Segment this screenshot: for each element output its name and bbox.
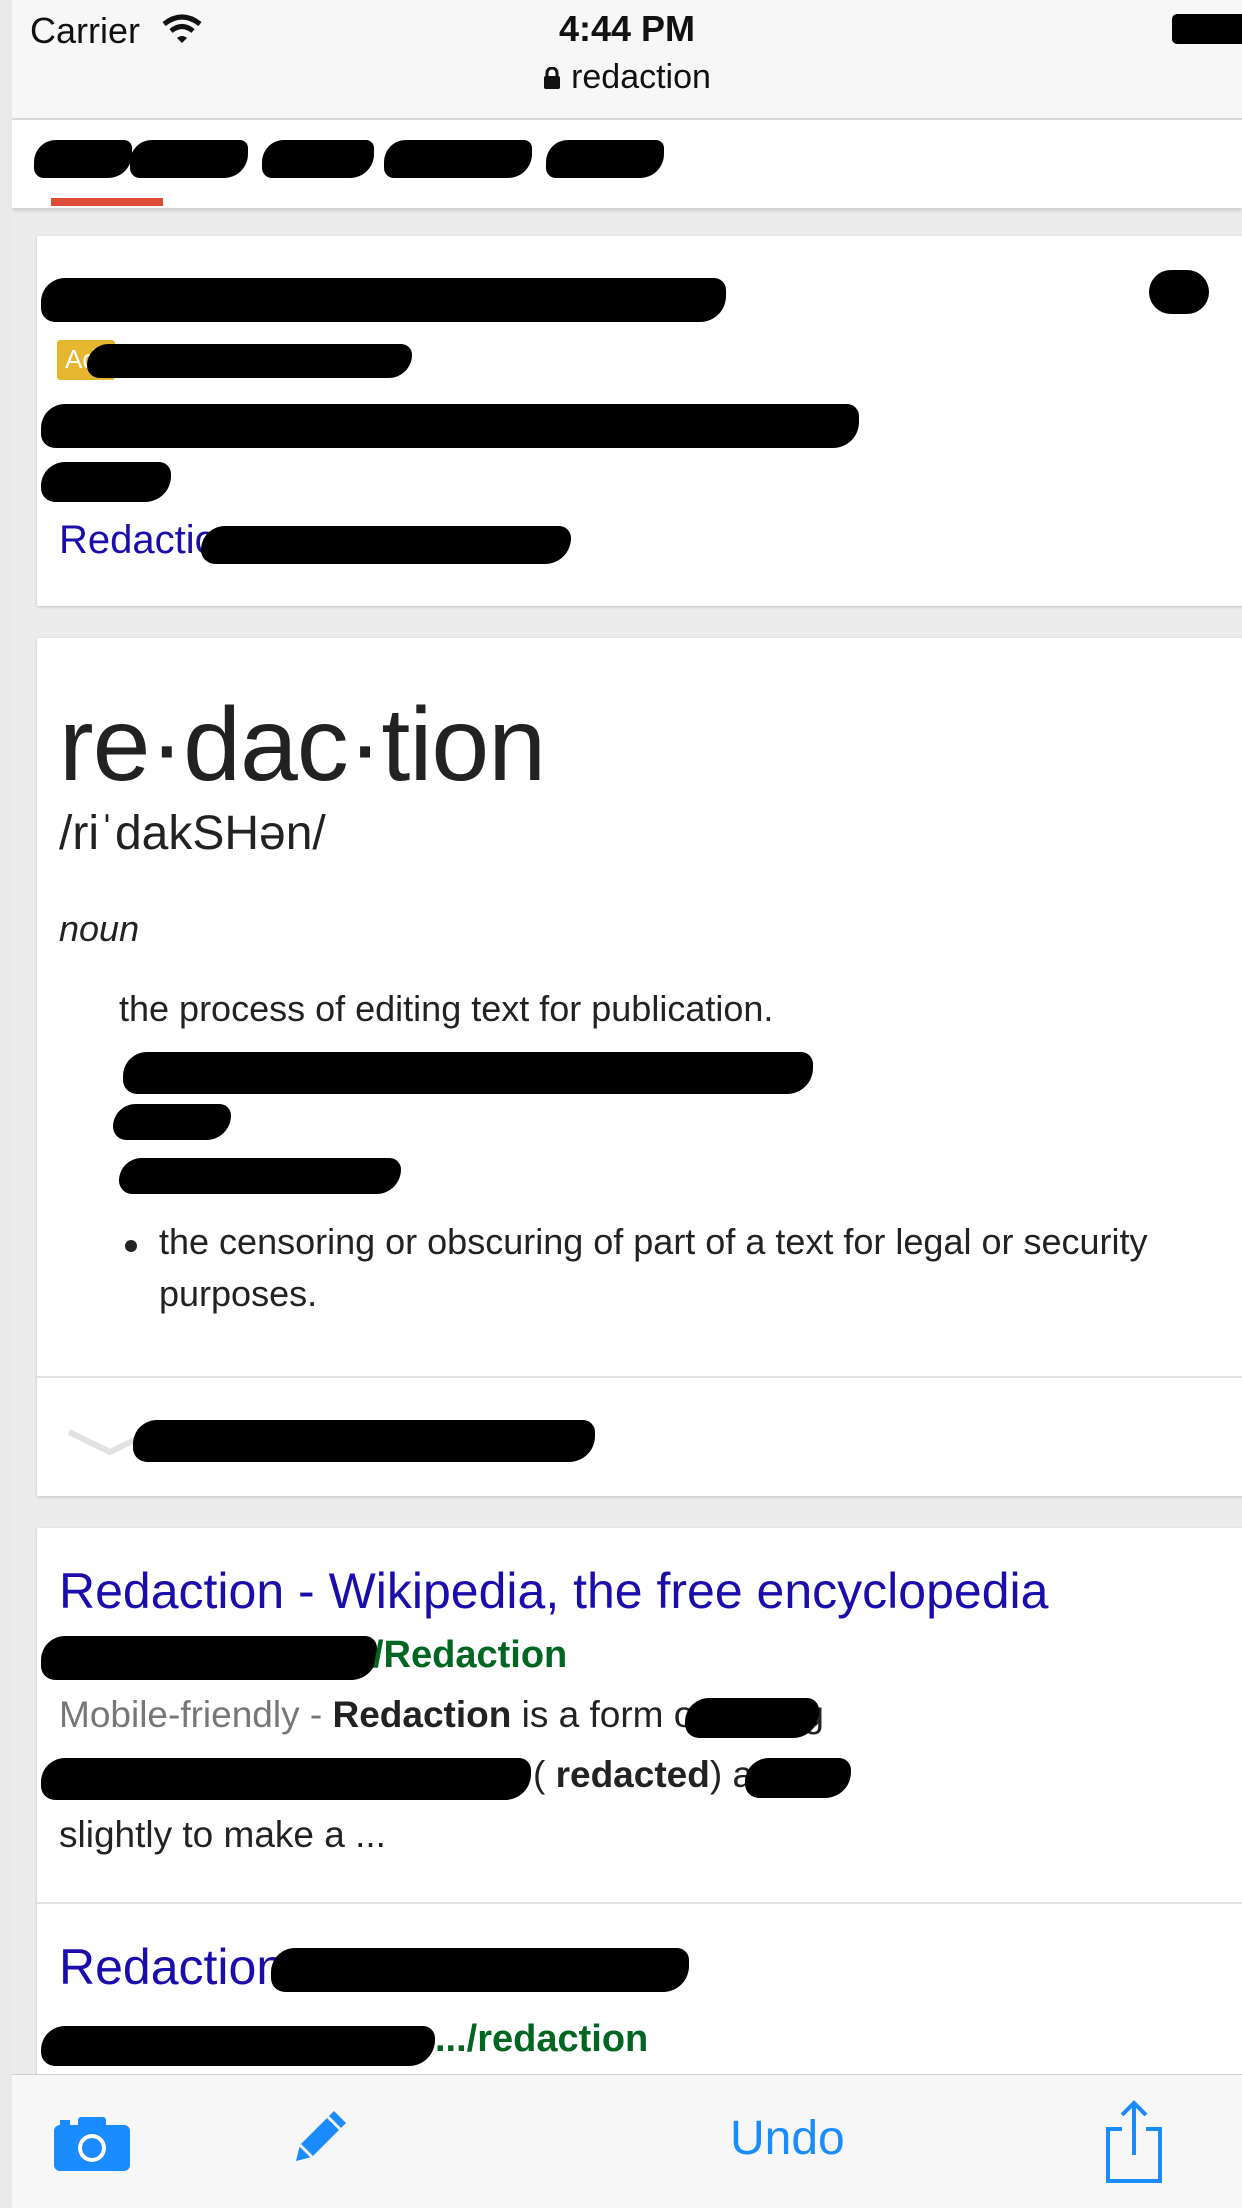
share-icon[interactable] — [1104, 2099, 1164, 2185]
undo-button[interactable]: Undo — [730, 2111, 845, 2166]
redacted-result-2-title — [271, 1948, 689, 1992]
search-results-card: Redaction - Wikipedia, the free encyclop… — [37, 1528, 1242, 2088]
tab-redacted-5[interactable] — [546, 140, 664, 178]
redacted-definition-2-line2 — [113, 1104, 231, 1140]
definition-1: the process of editing text for publicat… — [119, 988, 774, 1029]
lock-icon — [543, 59, 561, 89]
result-1-title[interactable]: Redaction - Wikipedia, the free encyclop… — [59, 1562, 1048, 1620]
tab-redacted-4[interactable] — [384, 140, 532, 178]
redacted-ad-icon — [1149, 270, 1209, 314]
divider — [37, 1902, 1242, 1904]
address-bar[interactable]: redaction — [12, 58, 1242, 97]
search-tab-bar — [12, 120, 1242, 208]
result-2-url: .../redaction — [435, 2018, 649, 2060]
redacted-ad-text-line2 — [41, 462, 171, 502]
redacted-definition-2-example — [119, 1158, 401, 1194]
result-1-snippet-line3: slightly to make a ... — [59, 1814, 386, 1855]
battery-icon — [1172, 14, 1242, 44]
tab-all[interactable] — [34, 140, 132, 178]
redacted-result-1-url — [41, 1636, 377, 1680]
redacted-ad-title — [41, 278, 726, 322]
bullet — [125, 1240, 137, 1252]
definition-3: the censoring or obscuring of part of a … — [159, 1221, 1148, 1314]
redacted-snippet — [685, 1698, 819, 1738]
redacted-result-2-url — [41, 2026, 435, 2066]
result-1-url: /Redaction — [373, 1634, 568, 1676]
redacted-ad-url — [87, 344, 412, 378]
redacted-ad-sitelink — [201, 526, 571, 564]
redacted-snippet — [41, 1758, 531, 1800]
bottom-toolbar: Undo — [12, 2074, 1242, 2208]
clock: 4:44 PM — [558, 8, 696, 49]
redacted-snippet — [745, 1758, 851, 1798]
tab-redacted-3[interactable] — [262, 140, 374, 178]
tab-redacted-2[interactable] — [130, 140, 248, 178]
divider — [37, 1376, 1242, 1378]
screen: Carrier 4:44 PM redaction Ad Redaction r… — [12, 0, 1242, 2208]
url-text: redaction — [571, 58, 711, 96]
status-bar: Carrier 4:44 PM redaction — [12, 0, 1242, 120]
headword: re·dac·tion — [59, 687, 546, 803]
redacted-more-definitions-label[interactable] — [133, 1420, 595, 1462]
redacted-definition-2-line1 — [123, 1052, 813, 1094]
ad-card[interactable]: Ad Redaction — [37, 236, 1242, 606]
camera-icon[interactable] — [52, 2115, 132, 2173]
pencil-icon[interactable] — [288, 2105, 352, 2169]
part-of-speech: noun — [59, 908, 140, 949]
definition-card: re·dac·tion /riˈdakSHən/ noun the proces… — [37, 638, 1242, 1496]
redacted-ad-text-line1 — [41, 404, 859, 448]
active-tab-indicator — [51, 198, 163, 206]
phonetic: /riˈdakSHən/ — [59, 807, 326, 860]
